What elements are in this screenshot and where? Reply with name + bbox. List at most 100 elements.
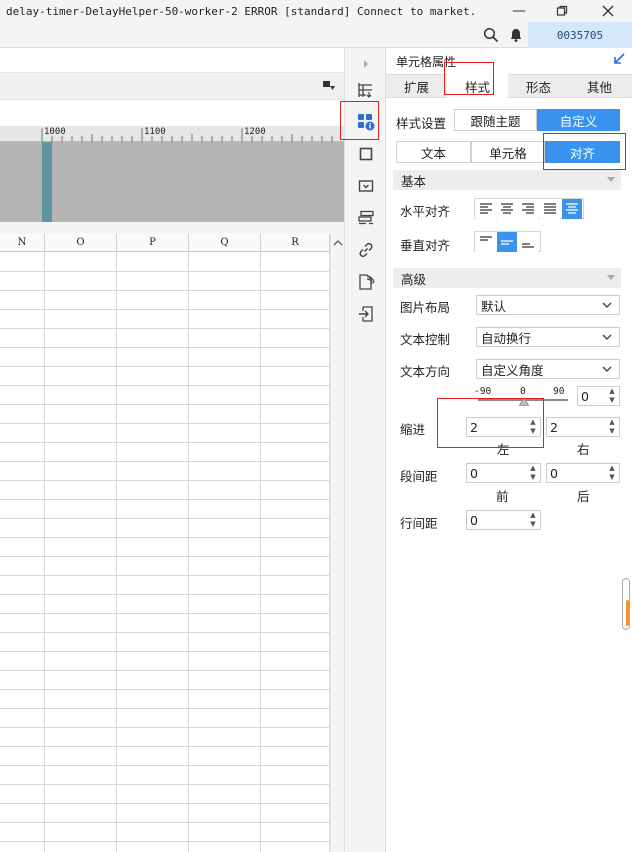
grid-column-line	[188, 252, 189, 852]
advanced-section-header[interactable]: 高级	[393, 268, 621, 288]
angle-input[interactable]: 0 ▲ ▼	[577, 386, 620, 406]
image-layout-value: 默认	[481, 298, 507, 314]
line-spacing-stepper[interactable]: ▲ ▼	[528, 512, 538, 528]
align-left-button[interactable]	[476, 199, 496, 219]
search-icon	[483, 27, 499, 43]
grid-row-line	[0, 727, 330, 728]
property-icon-bar	[344, 48, 386, 852]
follow-theme-option[interactable]: 跟随主题	[454, 109, 537, 131]
subtab-cell[interactable]: 单元格	[471, 141, 545, 163]
tab-shape[interactable]: 形态	[508, 74, 569, 98]
column-header-q[interactable]: Q	[189, 234, 261, 252]
tab-extension[interactable]: 扩展	[386, 74, 447, 98]
stepper-up-icon: ▲	[609, 464, 615, 472]
grid-column-line	[116, 252, 117, 852]
stepper-down-icon: ▼	[530, 520, 536, 528]
spreadsheet-grid[interactable]: N O P Q R	[0, 234, 330, 852]
spacing-before-input[interactable]: 0 ▲ ▼	[466, 463, 541, 483]
stepper-down-icon: ▼	[530, 473, 536, 481]
grid-row-line	[0, 803, 330, 804]
id-badge[interactable]: 0035705	[528, 22, 632, 48]
text-control-label: 文本控制	[400, 332, 451, 347]
grid-vertical-scrollbar[interactable]	[330, 234, 344, 852]
grid-row-line	[0, 613, 330, 614]
column-header-p[interactable]: P	[117, 234, 189, 252]
close-button[interactable]	[586, 0, 630, 22]
highlight-box-indent	[437, 398, 544, 448]
collapse-caret-icon	[607, 275, 615, 280]
align-right-button[interactable]	[518, 199, 538, 219]
spacing-before-caption: 前	[496, 489, 509, 504]
style-setting-label: 样式设置	[396, 116, 447, 131]
grid-row-line	[0, 309, 330, 310]
indent-right-input[interactable]: 2 ▲ ▼	[546, 417, 620, 437]
spacing-after-stepper[interactable]: ▲ ▼	[607, 465, 617, 481]
minimize-button[interactable]: —	[497, 0, 541, 22]
panel-dock-button[interactable]	[612, 52, 626, 69]
align-top-icon	[480, 236, 492, 241]
align-middle-button[interactable]	[497, 232, 517, 252]
line-spacing-input[interactable]: 0 ▲ ▼	[466, 510, 541, 530]
align-bottom-button[interactable]	[518, 232, 538, 252]
text-control-select[interactable]: 自动换行	[476, 327, 620, 347]
grid-row-line	[0, 765, 330, 766]
spacing-after-value: 0	[550, 465, 558, 481]
grid-row-line	[0, 347, 330, 348]
horizontal-align-label: 水平对齐	[400, 204, 451, 219]
text-direction-value: 自定义角度	[481, 362, 544, 378]
angle-stepper[interactable]: ▲ ▼	[607, 388, 617, 404]
search-button[interactable]	[483, 27, 499, 46]
grid-row-line	[0, 822, 330, 823]
grid-row-line	[0, 423, 330, 424]
column-header-r[interactable]: R	[261, 234, 330, 252]
indent-right-stepper[interactable]: ▲ ▼	[607, 419, 617, 435]
maximize-button[interactable]	[540, 0, 584, 22]
align-center-button[interactable]	[497, 199, 517, 219]
column-header-n[interactable]: N	[0, 234, 45, 252]
tab-other[interactable]: 其他	[569, 74, 630, 98]
align-distributed-button[interactable]	[562, 199, 582, 219]
layout-button[interactable]	[351, 206, 381, 230]
widget-button[interactable]	[351, 174, 381, 198]
grid-row-line	[0, 746, 330, 747]
highlight-box-align-subtab	[543, 133, 626, 170]
import-button[interactable]	[351, 302, 381, 326]
ruler-tick-label: 1000	[44, 127, 66, 137]
column-header-o[interactable]: O	[45, 234, 117, 252]
spacing-before-value: 0	[470, 465, 478, 481]
panel-scrollbar-thumb[interactable]	[626, 600, 629, 626]
image-layout-select[interactable]: 默认	[476, 295, 620, 315]
subtab-text[interactable]: 文本	[396, 141, 471, 163]
basic-section-header[interactable]: 基本	[393, 170, 621, 190]
indent-right-caption: 右	[577, 442, 590, 457]
align-justify-button[interactable]	[540, 199, 560, 219]
report-icon	[359, 274, 375, 290]
align-justify-icon	[544, 203, 556, 214]
selected-column-marker[interactable]	[42, 142, 52, 222]
frame-button[interactable]	[351, 142, 381, 166]
custom-option[interactable]: 自定义	[537, 109, 620, 131]
grid-row-line	[0, 442, 330, 443]
align-top-button[interactable]	[476, 232, 496, 252]
hyperlink-button[interactable]	[351, 238, 381, 262]
canvas-gap	[0, 222, 344, 234]
widget-icon	[358, 180, 374, 192]
log-message: delay-timer-DelayHelper-50-worker-2 ERRO…	[6, 5, 476, 18]
report-button[interactable]	[351, 270, 381, 294]
ruler-tick-label: 1200	[244, 127, 266, 137]
text-direction-select[interactable]: 自定义角度	[476, 359, 620, 379]
grid-row-line	[0, 784, 330, 785]
grid-row-line	[0, 518, 330, 519]
scroll-up-icon	[333, 240, 343, 246]
table-property-button[interactable]	[351, 78, 381, 102]
align-center-icon	[501, 203, 513, 214]
left-toolbar-strip	[0, 72, 344, 100]
layout-icon	[358, 210, 374, 225]
panel-options-button[interactable]	[322, 80, 336, 95]
stepper-down-icon: ▼	[609, 396, 615, 404]
spacing-after-input[interactable]: 0 ▲ ▼	[546, 463, 620, 483]
spacing-before-stepper[interactable]: ▲ ▼	[528, 465, 538, 481]
collapse-arrow-button[interactable]	[351, 52, 381, 76]
notification-button[interactable]	[508, 27, 524, 46]
grid-row-line	[0, 328, 330, 329]
